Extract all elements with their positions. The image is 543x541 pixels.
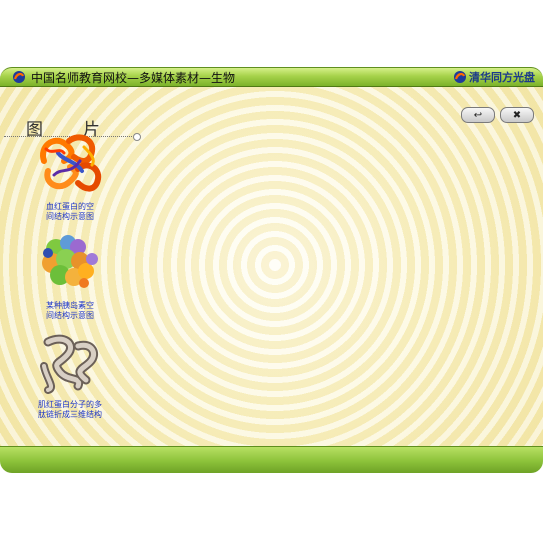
caption-line: 肌红蛋白分子的多 (38, 400, 102, 409)
caption-line: 血红蛋白的空 (46, 202, 94, 211)
caption-line: 某种胰岛素空 (46, 301, 94, 310)
caption-line: 间结构示意图 (46, 311, 94, 320)
title-bar: 中国名师教育网校—多媒体素材—生物 清华同方光盘 (0, 67, 543, 87)
brand: 清华同方光盘 (453, 69, 535, 85)
caption-line: 肽链折成三维结构 (38, 410, 102, 419)
back-arrow-icon: ↩ (473, 109, 483, 121)
caption-insulin[interactable]: 某种胰岛素空 间结构示意图 (24, 301, 116, 321)
divider-dot (133, 133, 141, 141)
close-button[interactable]: ✖ (500, 107, 534, 123)
close-icon: ✖ (512, 109, 522, 121)
brand-name: 清华同方光盘 (469, 71, 535, 84)
myoglobin-structure-image[interactable] (34, 332, 110, 394)
caption-line: 间结构示意图 (46, 212, 94, 221)
brand-logo-icon (454, 71, 466, 83)
hemoglobin-structure-image[interactable] (34, 131, 110, 193)
status-bar (0, 446, 543, 473)
app-logo-icon (13, 71, 25, 83)
insulin-structure-image[interactable] (34, 231, 110, 293)
content-area: 图 片 血红蛋白的空 间结构示意图 某种胰岛素空 间结构示意图 肌红蛋白分子的多… (0, 85, 543, 447)
back-button[interactable]: ↩ (461, 107, 495, 123)
window-title: 中国名师教育网校—多媒体素材—生物 (31, 71, 236, 85)
caption-hemoglobin[interactable]: 血红蛋白的空 间结构示意图 (24, 202, 116, 222)
caption-myoglobin[interactable]: 肌红蛋白分子的多 肽链折成三维结构 (24, 400, 116, 420)
app-window: 图 片 血红蛋白的空 间结构示意图 某种胰岛素空 间结构示意图 肌红蛋白分子的多… (0, 67, 543, 473)
